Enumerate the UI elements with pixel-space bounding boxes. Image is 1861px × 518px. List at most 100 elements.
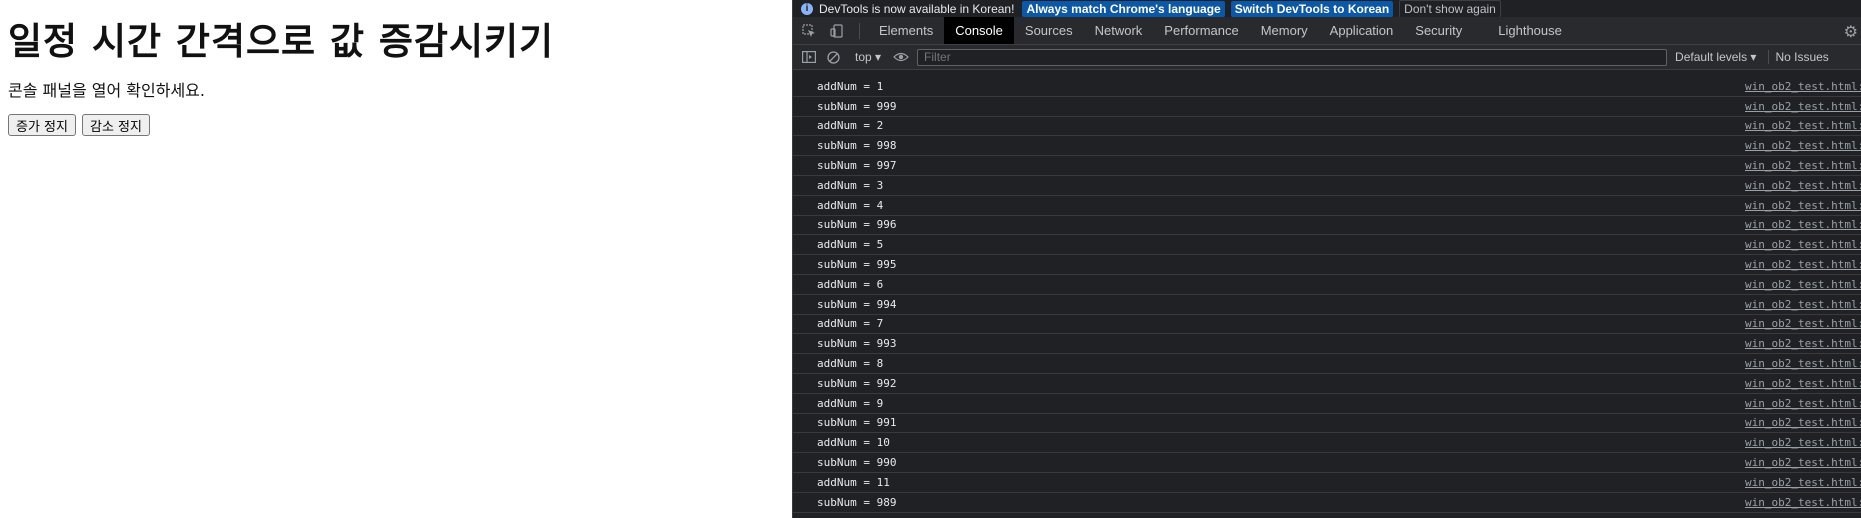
log-message: addNum = 4	[817, 198, 884, 212]
console-log-row: subNum = 998 win_ob2_test.html:	[793, 136, 1861, 157]
console-log-row: addNum = 6 win_ob2_test.html:	[793, 275, 1861, 295]
console-log-row: addNum = 7 win_ob2_test.html:	[793, 315, 1861, 335]
log-message: subNum = 989	[817, 495, 897, 509]
tab-performance[interactable]: Performance	[1153, 17, 1249, 44]
log-source-link[interactable]: win_ob2_test.html:	[1745, 139, 1861, 152]
log-message: subNum = 994	[817, 297, 897, 311]
tab-security[interactable]: Security	[1404, 17, 1473, 44]
infobar-message: DevTools is now available in Korean!	[819, 1, 1015, 16]
console-log-row: addNum = 2 win_ob2_test.html:	[793, 117, 1861, 137]
tab-elements[interactable]: Elements	[868, 17, 944, 44]
log-message: addNum = 2	[817, 119, 884, 133]
page-description: 콘솔 패널을 열어 확인하세요.	[8, 81, 205, 100]
log-message: addNum = 5	[817, 238, 884, 252]
device-toolbar-icon[interactable]	[829, 23, 845, 39]
eye-icon[interactable]	[893, 49, 909, 65]
console-log-row: subNum = 994 win_ob2_test.html:	[793, 295, 1861, 315]
log-message: addNum = 7	[817, 317, 884, 331]
log-source-link[interactable]: win_ob2_test.html:	[1745, 199, 1861, 212]
console-log-row: addNum = 5 win_ob2_test.html:	[793, 235, 1861, 256]
settings-gear-icon[interactable]: ⚙	[1844, 22, 1858, 42]
log-message: addNum = 9	[817, 396, 884, 410]
always-match-language-button[interactable]: Always match Chrome's language	[1022, 0, 1225, 17]
console-log-row: subNum = 996 win_ob2_test.html:	[793, 216, 1861, 236]
console-log-row: addNum = 3 win_ob2_test.html:	[793, 176, 1861, 196]
log-message: addNum = 1	[817, 79, 884, 93]
filter-input[interactable]	[917, 48, 1668, 66]
console-log-row: addNum = 4 win_ob2_test.html:	[793, 196, 1861, 216]
tab-application[interactable]: Application	[1319, 17, 1405, 44]
console-log-row: subNum = 989 win_ob2_test.html:	[793, 493, 1861, 513]
tab-lighthouse[interactable]: Lighthouse	[1487, 17, 1573, 44]
log-source-link[interactable]: win_ob2_test.html:	[1745, 80, 1861, 93]
log-source-link[interactable]: win_ob2_test.html:	[1745, 496, 1861, 509]
console-log-row: subNum = 992 win_ob2_test.html:	[793, 374, 1861, 394]
inspect-icon[interactable]	[801, 23, 817, 39]
tab-sources[interactable]: Sources	[1014, 17, 1084, 44]
log-source-link[interactable]: win_ob2_test.html:	[1745, 357, 1861, 370]
log-source-link[interactable]: win_ob2_test.html:	[1745, 179, 1861, 192]
log-source-link[interactable]: win_ob2_test.html:	[1745, 416, 1861, 429]
log-message: subNum = 997	[817, 159, 897, 173]
log-source-link[interactable]: win_ob2_test.html:	[1745, 100, 1861, 113]
devtools-tab-bar: Elements Console Sources Network Perform…	[793, 17, 1861, 45]
log-message: subNum = 992	[817, 376, 897, 390]
button-row: 증가 정지 감소 정지	[8, 114, 150, 136]
console-log-row: subNum = 991 win_ob2_test.html:	[793, 414, 1861, 434]
tab-console[interactable]: Console	[944, 17, 1014, 44]
devtools-panel: i DevTools is now available in Korean! A…	[792, 0, 1861, 518]
console-log-row: addNum = 10 win_ob2_test.html:	[793, 433, 1861, 454]
log-source-link[interactable]: win_ob2_test.html:	[1745, 317, 1861, 330]
console-log-row: addNum = 1 win_ob2_test.html:	[793, 77, 1861, 97]
console-toolbar: top ▾ Default levels ▾ No Issues	[793, 45, 1861, 70]
log-source-link[interactable]: win_ob2_test.html:	[1745, 377, 1861, 390]
divider	[859, 22, 860, 39]
stop-increase-button[interactable]: 증가 정지	[8, 114, 76, 136]
tab-memory[interactable]: Memory	[1250, 17, 1319, 44]
context-selector[interactable]: top ▾	[855, 50, 881, 64]
default-levels-dropdown[interactable]: Default levels ▾	[1675, 50, 1756, 64]
log-source-link[interactable]: win_ob2_test.html:	[1745, 119, 1861, 132]
log-message: subNum = 993	[817, 337, 897, 351]
console-log-row: subNum = 990 win_ob2_test.html:	[793, 453, 1861, 473]
switch-to-korean-button[interactable]: Switch DevTools to Korean	[1230, 0, 1394, 17]
console-log-row: subNum = 999 win_ob2_test.html:	[793, 97, 1861, 117]
log-source-link[interactable]: win_ob2_test.html:	[1745, 278, 1861, 291]
log-source-link[interactable]: win_ob2_test.html:	[1745, 159, 1861, 172]
tab-network[interactable]: Network	[1084, 17, 1154, 44]
info-icon: i	[801, 2, 813, 15]
log-source-link[interactable]: win_ob2_test.html:	[1745, 476, 1861, 489]
page-title: 일정 시간 간격으로 값 증감시키기	[8, 20, 555, 63]
stop-decrease-button[interactable]: 감소 정지	[81, 114, 150, 136]
dont-show-again-button[interactable]: Don't show again	[1399, 0, 1501, 18]
log-message: subNum = 991	[817, 416, 897, 430]
language-infobar: i DevTools is now available in Korean! A…	[793, 0, 1861, 18]
log-message: addNum = 8	[817, 357, 884, 371]
console-log-row: subNum = 995 win_ob2_test.html:	[793, 255, 1861, 275]
issues-button[interactable]: No Issues	[1768, 50, 1829, 64]
web-page: 일정 시간 간격으로 값 증감시키기 콘솔 패널을 열어 확인하세요. 증가 정…	[0, 0, 792, 518]
log-source-link[interactable]: win_ob2_test.html:	[1745, 456, 1861, 469]
console-log-row: addNum = 11 win_ob2_test.html:	[793, 473, 1861, 493]
console-log: addNum = 1 win_ob2_test.html: subNum = 999…	[793, 77, 1861, 513]
log-source-link[interactable]: win_ob2_test.html:	[1745, 397, 1861, 410]
log-source-link[interactable]: win_ob2_test.html:	[1745, 238, 1861, 251]
log-source-link[interactable]: win_ob2_test.html:	[1745, 337, 1861, 350]
console-log-row: subNum = 993 win_ob2_test.html:	[793, 334, 1861, 355]
console-log-row: addNum = 9 win_ob2_test.html:	[793, 394, 1861, 414]
log-message: addNum = 3	[817, 178, 884, 192]
clear-console-icon[interactable]	[825, 49, 841, 65]
log-source-link[interactable]: win_ob2_test.html:	[1745, 218, 1861, 231]
log-message: subNum = 990	[817, 456, 897, 470]
log-source-link[interactable]: win_ob2_test.html:	[1745, 436, 1861, 449]
log-source-link[interactable]: win_ob2_test.html:	[1745, 258, 1861, 271]
log-source-link[interactable]: win_ob2_test.html:	[1745, 298, 1861, 311]
log-message: addNum = 6	[817, 277, 884, 291]
sidebar-toggle-icon[interactable]	[801, 49, 817, 65]
log-message: subNum = 996	[817, 218, 897, 232]
log-message: addNum = 11	[817, 475, 890, 489]
log-message: subNum = 995	[817, 258, 897, 272]
log-message: addNum = 10	[817, 436, 890, 450]
console-log-row: subNum = 997 win_ob2_test.html:	[793, 156, 1861, 176]
console-log-row: addNum = 8 win_ob2_test.html:	[793, 354, 1861, 374]
